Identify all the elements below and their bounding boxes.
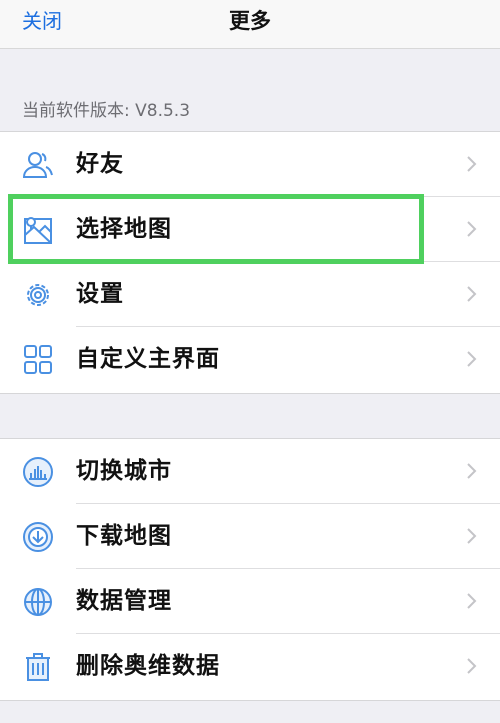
chevron-right-icon <box>466 220 478 238</box>
menu-item-label: 下载地图 <box>76 523 172 549</box>
chevron-right-icon <box>466 462 478 480</box>
menu-item-download-map[interactable]: 下载地图 <box>0 504 500 569</box>
chevron-right-icon <box>466 592 478 610</box>
menu-item-label: 删除奥维数据 <box>76 653 220 679</box>
download-icon <box>21 520 55 554</box>
version-label: 当前软件版本: V8.5.3 <box>22 101 191 121</box>
menu-item-select-map[interactable]: 选择地图 <box>0 197 500 262</box>
trash-icon <box>21 650 55 684</box>
friends-icon <box>21 148 55 182</box>
menu-item-label: 自定义主界面 <box>76 346 220 372</box>
menu-item-label: 好友 <box>76 151 124 177</box>
menu-item-label: 切换城市 <box>76 458 172 484</box>
page-title: 更多 <box>229 9 271 33</box>
chevron-right-icon <box>466 657 478 675</box>
chevron-right-icon <box>466 527 478 545</box>
layout-grid-icon <box>21 343 55 377</box>
navigation-bar: 关闭 更多 <box>0 0 500 49</box>
chevron-right-icon <box>466 155 478 173</box>
globe-icon <box>21 585 55 619</box>
menu-item-friends[interactable]: 好友 <box>0 132 500 197</box>
menu-item-label: 选择地图 <box>76 216 172 242</box>
city-skyline-icon <box>21 455 55 489</box>
chevron-right-icon <box>466 350 478 368</box>
menu-item-delete-data[interactable]: 删除奥维数据 <box>0 634 500 699</box>
menu-item-label: 设置 <box>76 281 124 307</box>
menu-item-switch-city[interactable]: 切换城市 <box>0 439 500 504</box>
menu-item-data-management[interactable]: 数据管理 <box>0 569 500 634</box>
menu-item-label: 数据管理 <box>76 588 172 614</box>
menu-group-main: 好友 选择地图 设置 自定义主界面 <box>0 131 500 394</box>
menu-item-customize-home[interactable]: 自定义主界面 <box>0 327 500 392</box>
gear-icon <box>21 278 55 312</box>
chevron-right-icon <box>466 285 478 303</box>
menu-item-settings[interactable]: 设置 <box>0 262 500 327</box>
menu-group-data: 切换城市 下载地图 数据管理 删除奥维数据 <box>0 438 500 701</box>
map-icon <box>21 213 55 247</box>
